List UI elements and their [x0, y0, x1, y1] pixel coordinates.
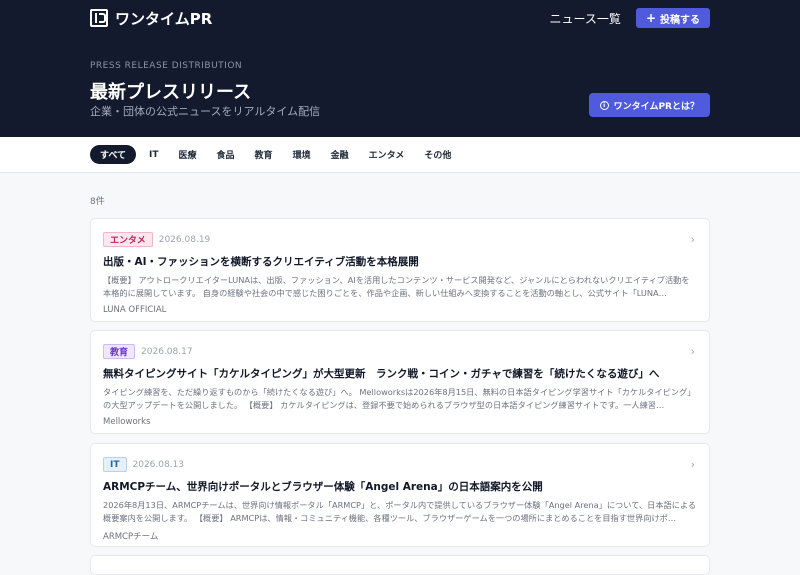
article-meta: IT 2026.08.13 [103, 457, 697, 472]
article-title[interactable]: ARMCPチーム、世界向けポータルとブラウザー体験「Angel Arena」の日… [103, 479, 697, 494]
category-filter-bar: すべて IT 医療 食品 教育 環境 金融 エンタメ その他 [0, 137, 800, 173]
article-summary: 【概要】 アウトロークリエイターLUNAは、出版、ファッション、AIを活用したコ… [103, 275, 690, 298]
top-navigation: ワンタイムPR ニュース一覧 + 投稿する [90, 8, 710, 28]
article-source: ARMCPチーム [103, 532, 159, 542]
post-button[interactable]: + 投稿する [635, 8, 710, 28]
info-icon: i [599, 100, 609, 110]
hero-header: ワンタイムPR ニュース一覧 + 投稿する PRESS RELEASE DIST… [0, 0, 800, 137]
article-card[interactable]: 教育 2026.08.17 › 無料タイピングサイト「カケルタイピング」が大型更… [90, 330, 710, 434]
category-food[interactable]: 食品 [210, 145, 242, 164]
category-medical[interactable]: 医療 [172, 145, 204, 164]
post-button-label: 投稿する [660, 14, 700, 26]
nav-actions: ニュース一覧 + 投稿する [550, 8, 710, 28]
category-it[interactable]: IT [142, 145, 166, 164]
category-entertainment[interactable]: エンタメ [362, 145, 412, 164]
news-list-link[interactable]: ニュース一覧 [550, 10, 621, 27]
article-meta: エンタメ 2026.08.19 [103, 232, 697, 247]
about-button-label: ワンタイムPRとは？ [613, 101, 699, 112]
hero-subtitle: 企業・団体の公式ニュースをリアルタイム配信 [90, 105, 321, 118]
article-title[interactable]: 出版・AI・ファッションを横断するクリエイティブ活動を本格展開 [103, 254, 697, 269]
article-date: 2026.08.17 [141, 346, 193, 357]
article-card[interactable]: IT 2026.08.13 › ARMCPチーム、世界向けポータルとブラウザー体… [90, 443, 710, 547]
logo-text: ワンタイムPR [115, 9, 213, 28]
article-date: 2026.08.19 [158, 234, 211, 245]
category-finance[interactable]: 金融 [324, 145, 356, 164]
about-button[interactable]: i ワンタイムPRとは？ [588, 93, 710, 117]
article-card[interactable]: エンタメ 2026.08.19 › 出版・AI・ファッションを横断するクリエイテ… [90, 218, 710, 322]
article-meta: 教育 2026.08.17 [103, 344, 697, 359]
logo-icon [90, 9, 108, 27]
article-date: 2026.08.13 [132, 459, 185, 470]
category-badge: エンタメ [103, 232, 153, 247]
article-summary: タイピング練習を、ただ繰り返すものから「続けたくなる遊び」へ。 Mellowor… [103, 387, 696, 410]
chevron-right-icon: › [690, 345, 695, 358]
plus-icon: + [645, 11, 656, 25]
article-summary: 2026年8月13日、ARMCPチームは、世界向け情報ポータル「ARMCP」と、… [103, 500, 697, 523]
category-badge: 教育 [103, 344, 136, 359]
category-other[interactable]: その他 [417, 145, 458, 164]
category-environment[interactable]: 環境 [286, 145, 318, 164]
category-badge: IT [103, 457, 127, 472]
hero-eyebrow: PRESS RELEASE DISTRIBUTION [90, 61, 243, 71]
category-all[interactable]: すべて [90, 145, 137, 164]
chevron-right-icon: › [690, 458, 695, 471]
result-count: 8件 [90, 197, 105, 207]
site-logo[interactable]: ワンタイムPR [90, 8, 212, 29]
article-source: LUNA OFFICIAL [103, 305, 167, 315]
article-card-partial[interactable] [90, 555, 710, 575]
article-source: Melloworks [103, 417, 151, 427]
category-education[interactable]: 教育 [248, 145, 280, 164]
chevron-right-icon: › [690, 233, 695, 246]
article-title[interactable]: 無料タイピングサイト「カケルタイピング」が大型更新 ランク戦・コイン・ガチャで練… [103, 366, 697, 381]
page-title: 最新プレスリリース [90, 82, 252, 103]
